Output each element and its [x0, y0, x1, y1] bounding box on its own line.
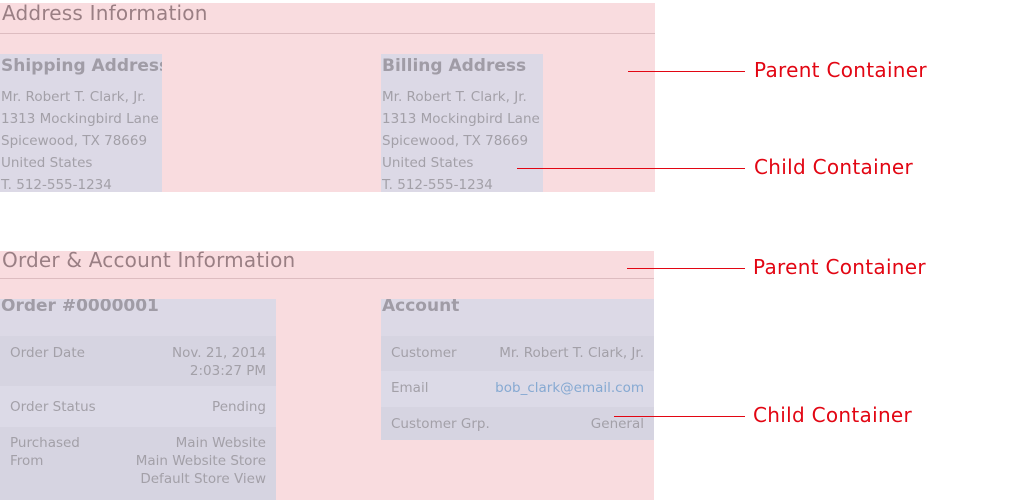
- address-section-divider: [0, 33, 655, 34]
- order-status-value: Pending: [212, 399, 266, 415]
- email-label: Email: [391, 380, 429, 396]
- callout-label-parent-2: Parent Container: [753, 255, 926, 279]
- customer-group-value: General: [590, 416, 644, 432]
- shipping-address-child-container: Shipping Address Mr. Robert T. Clark, Jr…: [0, 54, 162, 192]
- customer-label: Customer: [391, 345, 457, 361]
- customer-row: Customer Mr. Robert T. Clark, Jr.: [381, 336, 654, 371]
- order-date-value: Nov. 21, 2014 2:03:27 PM: [172, 345, 266, 379]
- customer-value: Mr. Robert T. Clark, Jr.: [499, 345, 644, 361]
- billing-name: Mr. Robert T. Clark, Jr.: [382, 89, 527, 105]
- order-title: Order #0000001: [1, 299, 159, 316]
- callout-label-child-1: Child Container: [754, 155, 914, 179]
- email-link[interactable]: bob_clark@email.com: [495, 379, 644, 397]
- shipping-city: Spicewood, TX 78669: [1, 133, 148, 149]
- shipping-phone: T. 512-555-1234: [1, 177, 112, 192]
- order-date-row: Order Date Nov. 21, 2014 2:03:27 PM: [0, 336, 276, 386]
- order-account-section-title: Order & Account Information: [2, 248, 296, 272]
- billing-address-title: Billing Address: [382, 56, 527, 76]
- shipping-address-title: Shipping Address: [1, 56, 162, 76]
- order-account-section-divider: [0, 278, 654, 279]
- email-row: Email bob_clark@email.com: [381, 371, 654, 407]
- shipping-street: 1313 Mockingbird Lane: [1, 111, 159, 127]
- order-date-label: Order Date: [10, 345, 85, 361]
- customer-group-row: Customer Grp. General: [381, 407, 654, 440]
- purchased-from-row: Purchased From Main Website Main Website…: [0, 427, 276, 500]
- order-status-row: Order Status Pending: [0, 386, 276, 427]
- billing-address-child-container: Billing Address Mr. Robert T. Clark, Jr.…: [381, 54, 543, 192]
- callout-line-child-2: [614, 416, 745, 417]
- callout-line-parent-1: [628, 71, 745, 72]
- callout-line-parent-2: [627, 268, 745, 269]
- billing-phone: T. 512-555-1234: [382, 177, 493, 192]
- billing-street: 1313 Mockingbird Lane: [382, 111, 540, 127]
- callout-label-child-2: Child Container: [753, 403, 913, 427]
- shipping-name: Mr. Robert T. Clark, Jr.: [1, 89, 146, 105]
- purchased-from-label: Purchased From: [10, 435, 80, 469]
- account-child-container: Account Customer Mr. Robert T. Clark, Jr…: [381, 299, 654, 440]
- shipping-country: United States: [1, 155, 93, 171]
- address-parent-container: Address Information Shipping Address Mr.…: [0, 1, 655, 192]
- billing-country: United States: [382, 155, 474, 171]
- callout-label-parent-1: Parent Container: [754, 58, 927, 82]
- address-section-title: Address Information: [2, 1, 208, 25]
- order-child-container: Order #0000001 Order Date Nov. 21, 2014 …: [0, 299, 276, 500]
- customer-group-label: Customer Grp.: [391, 416, 490, 432]
- callout-line-child-1: [517, 168, 745, 169]
- billing-city: Spicewood, TX 78669: [382, 133, 529, 149]
- purchased-from-value: Main Website Main Website Store Default …: [135, 435, 266, 487]
- account-title: Account: [382, 299, 460, 316]
- order-status-label: Order Status: [10, 399, 96, 415]
- order-account-parent-container: Order & Account Information Order #00000…: [0, 248, 654, 500]
